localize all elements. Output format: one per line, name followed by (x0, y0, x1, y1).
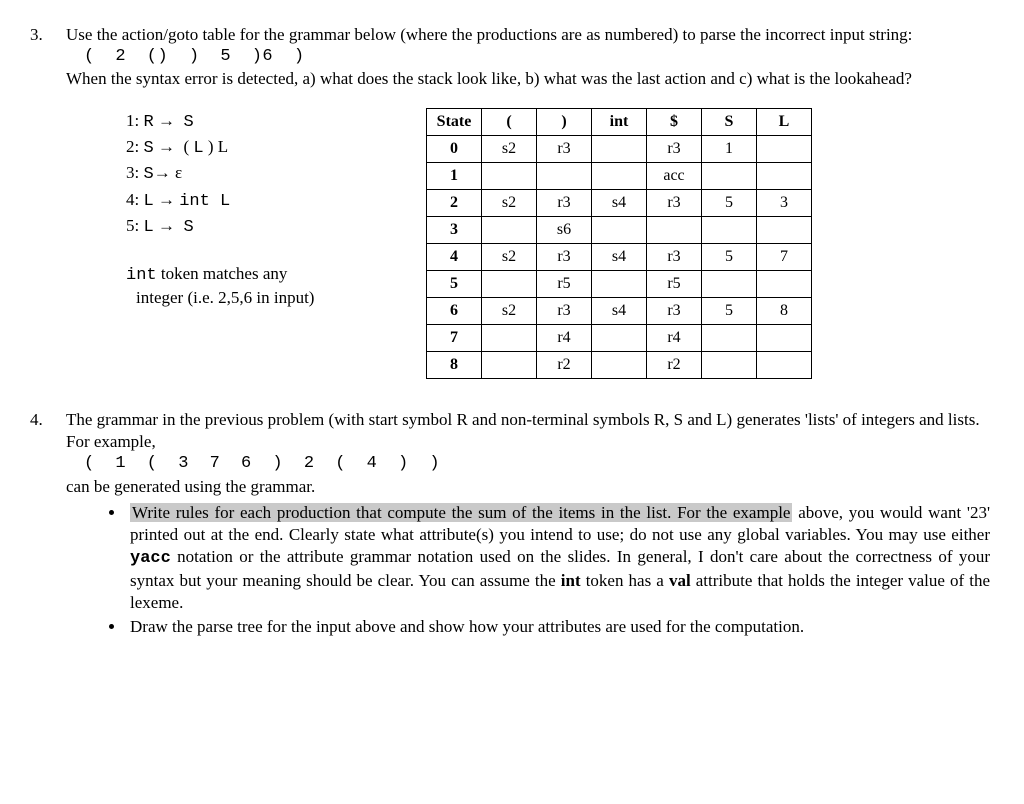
table-row: 4s2r3s4r357 (427, 244, 812, 271)
q3-left-col: 1: R → S 2: S → ( L ) L 3: S→ ε 4: L → i… (66, 108, 426, 309)
th-int: int (592, 109, 647, 136)
q4-text2: can be generated using the grammar. (66, 476, 994, 498)
q3-body: Use the action/goto table for the gramma… (66, 24, 994, 379)
th-rparen: ) (537, 109, 592, 136)
q4-example: ( 1 ( 3 7 6 ) 2 ( 4 ) ) (84, 453, 994, 475)
production-4: 4: L → int L (126, 189, 426, 213)
table-row: 6s2r3s4r358 (427, 298, 812, 325)
q3-intro1: Use the action/goto table for the gramma… (66, 24, 994, 46)
th-state: State (427, 109, 482, 136)
q3-input-string: ( 2 () ) 5 )6 ) (84, 46, 994, 68)
production-1: 1: R → S (126, 110, 426, 134)
table-row: 5r5r5 (427, 271, 812, 298)
table-row: 8r2r2 (427, 352, 812, 379)
bullet-1: Write rules for each production that com… (126, 502, 994, 614)
q3-number: 3. (30, 24, 66, 379)
q4-body: The grammar in the previous problem (wit… (66, 409, 994, 640)
q4-number: 4. (30, 409, 66, 640)
th-L: L (757, 109, 812, 136)
production-2: 2: S → ( L ) L (126, 136, 426, 160)
question-3: 3. Use the action/goto table for the gra… (30, 24, 994, 379)
q4-text1: The grammar in the previous problem (wit… (66, 409, 994, 453)
question-4: 4. The grammar in the previous problem (… (30, 409, 994, 640)
table-row: 1acc (427, 163, 812, 190)
q4-bullets: Write rules for each production that com… (66, 502, 994, 639)
table-row: 0s2r3r31 (427, 136, 812, 163)
th-lparen: ( (482, 109, 537, 136)
table-header-row: State ( ) int $ S L (427, 109, 812, 136)
table-row: 7r4r4 (427, 325, 812, 352)
q3-note: int token matches any integer (i.e. 2,5,… (126, 263, 426, 309)
q3-content-row: 1: R → S 2: S → ( L ) L 3: S→ ε 4: L → i… (66, 108, 994, 379)
production-5: 5: L → S (126, 215, 426, 239)
bullet-2: Draw the parse tree for the input above … (126, 616, 994, 638)
production-3: 3: S→ ε (126, 162, 426, 186)
table-row: 2s2r3s4r353 (427, 190, 812, 217)
q3-intro2: When the syntax error is detected, a) wh… (66, 68, 994, 90)
table-row: 3s6 (427, 217, 812, 244)
parse-table: State ( ) int $ S L 0s2r3r31 1acc 2s2r3s… (426, 108, 812, 379)
th-S: S (702, 109, 757, 136)
bullet-1-highlight: Write rules for each production that com… (130, 503, 792, 522)
th-dollar: $ (647, 109, 702, 136)
